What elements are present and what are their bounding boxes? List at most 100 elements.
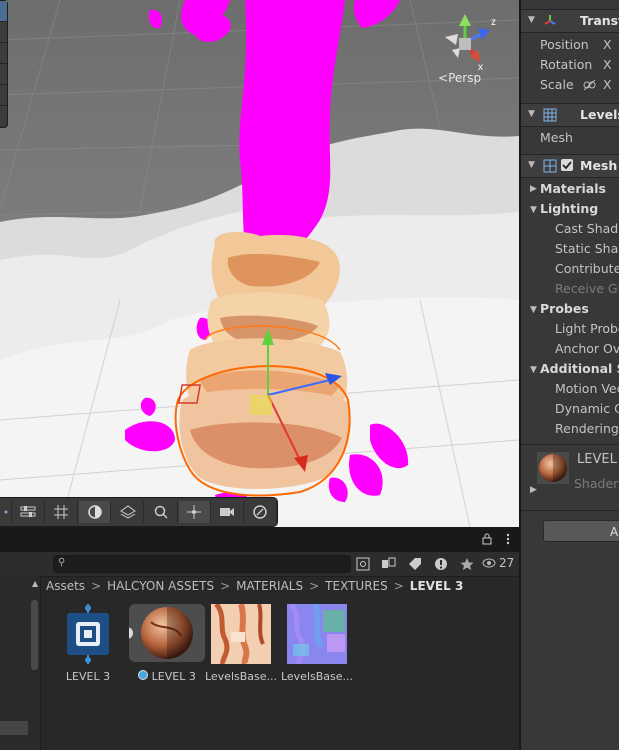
mesh-label: Mesh (540, 130, 573, 145)
rotation-label: Rotation (540, 57, 593, 72)
anchor-override-label: Anchor Ove (555, 341, 619, 356)
asset-label: LevelsBase... (280, 670, 354, 683)
label-tag-icon[interactable] (405, 555, 425, 573)
materials-foldout[interactable]: Materials (540, 181, 606, 196)
project-toolbar: ⚲ 27 (0, 552, 519, 577)
enabled-checkbox[interactable] (561, 159, 573, 171)
search-icon: ⚲ (58, 557, 66, 568)
tool-scale[interactable] (0, 64, 7, 85)
rendering-layer-label: Rendering L (555, 421, 619, 436)
foldout-closed-icon[interactable]: ▶ (530, 184, 537, 194)
layers-icon[interactable] (112, 501, 145, 523)
search-by-type-icon[interactable] (353, 555, 373, 573)
link-scale-icon[interactable] (583, 79, 596, 91)
eye-icon (482, 558, 496, 568)
search-icon[interactable] (145, 501, 178, 523)
camera-icon[interactable] (212, 501, 244, 523)
chevron-right-icon: > (220, 579, 231, 593)
persp-chevron-icon: < (438, 71, 449, 85)
foldout-closed-icon[interactable]: ▶ (530, 485, 537, 495)
receive-gi-label: Receive Glo (555, 281, 619, 296)
prefab-icon (58, 604, 118, 664)
probes-foldout[interactable]: Probes (540, 301, 589, 316)
add-component-button[interactable]: A (543, 520, 619, 542)
material-preview (121, 604, 205, 662)
tool-hand[interactable] (0, 1, 7, 22)
breadcrumb-textures[interactable]: TEXTURES (325, 579, 388, 593)
scene-tool-strip[interactable] (0, 0, 8, 128)
asset-prefab[interactable]: LEVEL 3 (49, 604, 127, 683)
mesh-filter-header[interactable]: ▼ Levels (521, 103, 619, 127)
foldout-open-icon[interactable]: ▼ (530, 205, 537, 215)
asset-texture-albedo[interactable]: LevelsBase... (202, 602, 280, 683)
asset-label: LEVEL 3 (128, 670, 206, 683)
chevron-right-icon: > (393, 579, 404, 593)
light-probes-label: Light Probe (555, 321, 619, 336)
axis-x-label: X (603, 57, 612, 72)
inspector-panel: ▼ Transform Position X Rotation X Scale … (519, 0, 619, 750)
breadcrumb-materials[interactable]: MATERIALS (236, 579, 303, 593)
foldout-open-icon[interactable]: ▼ (528, 160, 535, 170)
material-name: LEVEL (577, 452, 617, 467)
project-search-field[interactable]: ⚲ (53, 555, 351, 573)
breadcrumb-assets[interactable]: Assets (46, 579, 85, 593)
scene-overlay-toolbar (0, 497, 278, 527)
shading-icon[interactable] (79, 501, 112, 523)
move-icon[interactable] (178, 501, 211, 523)
lock-icon[interactable] (481, 533, 493, 545)
mesh-filter-icon (543, 108, 557, 122)
scale-label: Scale (540, 77, 574, 92)
breadcrumb-halcyon[interactable]: HALCYON ASSETS (107, 579, 214, 593)
project-header (0, 527, 519, 552)
checkmark-icon (562, 161, 572, 170)
warning-filter-icon[interactable] (431, 555, 451, 573)
scroll-up-icon[interactable]: ▲ (32, 579, 38, 588)
lighting-foldout[interactable]: Lighting (540, 201, 598, 216)
asset-texture-normal[interactable]: LevelsBase... (278, 602, 356, 683)
asset-label: LevelsBase... (204, 670, 278, 683)
foldout-open-icon[interactable]: ▼ (528, 109, 535, 119)
toolbar-edge-icon[interactable] (1, 501, 12, 523)
asset-label-text: LEVEL 3 (151, 670, 196, 683)
material-sphere-icon (138, 670, 149, 680)
axis-x-label: X (603, 77, 612, 92)
position-label: Position (540, 37, 589, 52)
tool-move[interactable] (0, 22, 7, 43)
favorite-star-icon[interactable] (457, 555, 477, 573)
project-folder-tree[interactable]: ▲ (0, 576, 41, 750)
folder-tree-scrollbar[interactable] (31, 600, 38, 670)
orientation-gizmo[interactable]: z x (430, 12, 500, 74)
tool-rotate[interactable] (0, 43, 7, 64)
tool-rect[interactable] (0, 85, 7, 106)
camera-projection-label[interactable]: <Persp (438, 71, 481, 85)
more-menu-icon[interactable] (502, 533, 514, 545)
asset-material[interactable]: LEVEL 3 (121, 604, 206, 683)
visible-count: 27 (499, 556, 515, 570)
chevron-right-icon: > (91, 579, 102, 593)
hidden-packages-toggle[interactable]: 27 (482, 556, 514, 570)
mesh-renderer-header[interactable]: ▼ Mesh R (521, 154, 619, 178)
gizmos-icon[interactable] (245, 501, 277, 523)
breadcrumb-level3[interactable]: LEVEL 3 (410, 579, 464, 593)
foldout-open-icon[interactable]: ▼ (528, 15, 535, 25)
additional-settings-foldout[interactable]: Additional Set (540, 361, 619, 376)
texture-albedo-preview (211, 602, 271, 666)
settings-icon[interactable] (13, 501, 45, 523)
component-title: Transform (580, 13, 619, 28)
contribute-gi-label: Contribute G (555, 261, 619, 276)
transform-header[interactable]: ▼ Transform (521, 9, 619, 33)
shader-label: Shader (574, 476, 619, 491)
foldout-open-icon[interactable]: ▼ (530, 365, 537, 375)
foldout-open-icon[interactable]: ▼ (530, 305, 537, 315)
gizmo-z-label: z (491, 17, 496, 28)
grid-icon[interactable] (46, 501, 79, 523)
motion-vectors-label: Motion Vecto (555, 381, 619, 396)
axis-x-label: X (603, 37, 612, 52)
project-filter-icons (353, 555, 477, 573)
mesh-renderer-icon (543, 159, 557, 173)
selected-folder-row[interactable] (0, 721, 28, 735)
breadcrumb: Assets > HALCYON ASSETS > MATERIALS > TE… (46, 576, 463, 596)
filter-by-type-icon[interactable] (379, 555, 399, 573)
component-title: Levels (580, 107, 619, 122)
scene-view[interactable]: z x <Persp (0, 0, 519, 527)
